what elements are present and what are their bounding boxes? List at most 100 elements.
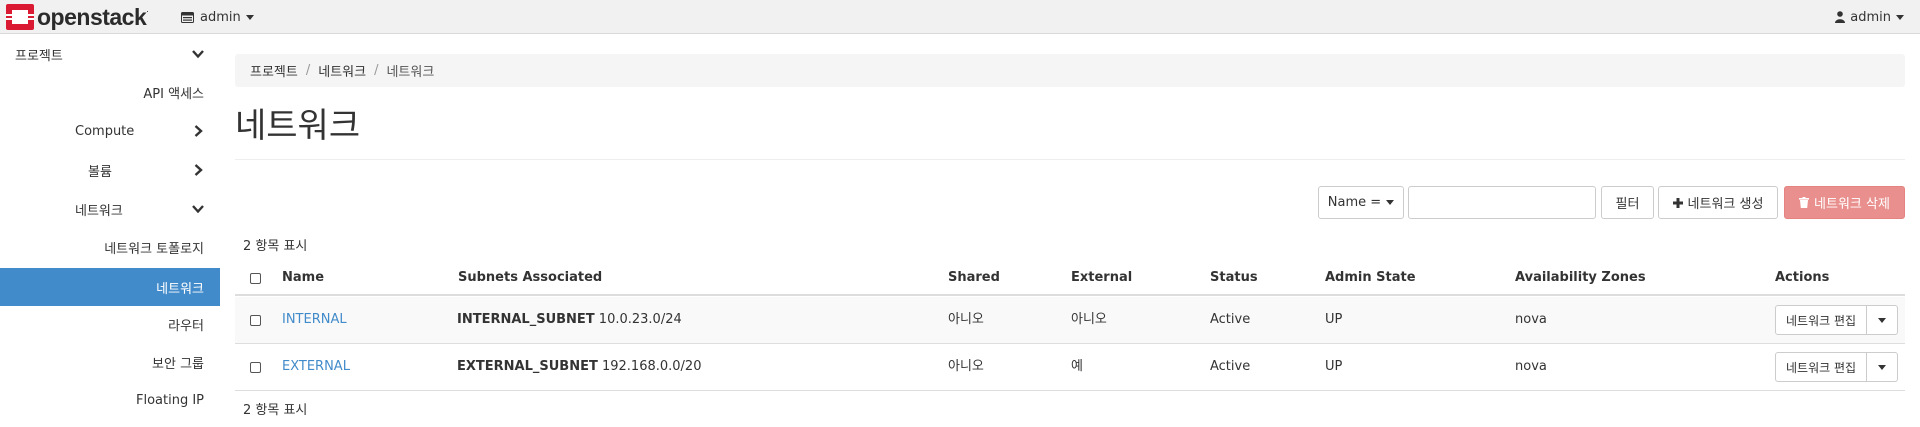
row-actions: 네트워크 편집 (1775, 305, 1899, 335)
more-actions-button[interactable] (1867, 305, 1899, 335)
availability-zones-cell: nova (1515, 359, 1547, 374)
admin-state-cell: UP (1325, 359, 1343, 374)
edit-network-button[interactable]: 네트워크 편집 (1775, 352, 1868, 382)
breadcrumb-separator: / (305, 63, 311, 78)
chevron-down-icon (192, 50, 204, 59)
column-header-actions: Actions (1775, 270, 1830, 285)
table-header: Name Subnets Associated Shared External … (235, 262, 1905, 296)
breadcrumb-item[interactable]: 네트워크 (318, 61, 366, 80)
breadcrumb-current: 네트워크 (386, 65, 435, 80)
column-header-status[interactable]: Status (1210, 262, 1258, 296)
sidebar-item-label: Compute (75, 123, 135, 139)
caret-down-icon (1878, 364, 1887, 370)
column-header-admin-state[interactable]: Admin State (1325, 262, 1416, 296)
caret-down-icon (1878, 317, 1887, 323)
project-icon (181, 11, 194, 23)
external-cell: 예 (1071, 359, 1083, 374)
page-title: 네트워크 (235, 106, 361, 146)
select-all-checkbox[interactable] (250, 273, 261, 284)
column-header-subnets[interactable]: Subnets Associated (458, 262, 602, 296)
sidebar-item-network-group[interactable]: 네트워크 (0, 190, 220, 228)
sidebar-item-volumes[interactable]: 볼륨 (0, 151, 220, 189)
sidebar-item-routers[interactable]: 라우터 (0, 305, 220, 343)
sidebar-item-project[interactable]: 프로젝트 (0, 35, 220, 73)
create-network-button[interactable]: 네트워크 생성 (1658, 186, 1778, 219)
chevron-right-icon (194, 125, 203, 137)
admin-state-cell: UP (1325, 312, 1343, 327)
row-checkbox[interactable] (250, 315, 261, 326)
user-menu[interactable]: admin (1835, 0, 1904, 34)
filter-input[interactable] (1408, 186, 1596, 219)
shared-cell: 아니오 (948, 312, 984, 327)
plus-icon (1672, 197, 1683, 208)
project-name: admin (200, 9, 241, 25)
shared-cell: 아니오 (948, 359, 984, 374)
breadcrumb-item[interactable]: 프로젝트 (250, 61, 298, 80)
brand-text: openstack. (37, 3, 149, 30)
network-name-cell: EXTERNAL (282, 344, 350, 390)
sidebar-item-label: 보안 그룹 (152, 356, 204, 372)
subnet-cidr: 192.168.0.0/20 (601, 359, 702, 374)
sidebar-item-label: API 액세스 (143, 86, 204, 102)
column-header-external[interactable]: External (1071, 262, 1132, 296)
sidebar-item-security-groups[interactable]: 보안 그룹 (0, 343, 220, 381)
network-name-link[interactable]: INTERNAL (282, 312, 347, 327)
delete-networks-button[interactable]: 네트워크 삭제 (1784, 186, 1905, 219)
network-name-link[interactable]: EXTERNAL (282, 359, 350, 374)
sidebar-item-label: 네트워크 토폴로지 (104, 241, 204, 257)
delete-networks-label: 네트워크 삭제 (1814, 197, 1890, 212)
subnet-cidr: 10.0.23.0/24 (598, 312, 682, 327)
user-name: admin (1850, 9, 1891, 25)
availability-zones-cell: nova (1515, 312, 1547, 327)
column-header-name[interactable]: Name (282, 262, 324, 296)
sidebar-item-network-topology[interactable]: 네트워크 토폴로지 (0, 228, 220, 266)
breadcrumb-separator: / (374, 63, 379, 78)
status-cell: Active (1210, 359, 1251, 374)
filter-button[interactable]: 필터 (1601, 186, 1654, 219)
subnet-name[interactable]: INTERNAL_SUBNET (457, 312, 595, 327)
status-cell: Active (1210, 312, 1251, 327)
item-count-top: 2 항목 표시 (243, 239, 308, 254)
item-count-bottom: 2 항목 표시 (243, 403, 308, 418)
sidebar-item-label: 라우터 (168, 318, 204, 334)
external-cell: 아니오 (1071, 312, 1107, 327)
create-network-label: 네트워크 생성 (1687, 197, 1764, 212)
user-icon (1835, 11, 1846, 23)
chevron-down-icon (192, 205, 204, 214)
subnets-cell: INTERNAL_SUBNET 10.0.23.0/24 (457, 297, 682, 343)
filter-field-select[interactable]: Name = (1318, 186, 1404, 219)
sidebar-item-label: Floating IP (135, 392, 204, 408)
column-header-shared[interactable]: Shared (948, 262, 1000, 296)
row-checkbox[interactable] (250, 362, 261, 373)
title-divider (235, 159, 1905, 160)
openstack-logo-icon (6, 4, 34, 30)
sidebar-item-networks[interactable]: 네트워크 (0, 268, 220, 306)
top-navbar: openstack. admin admin (0, 0, 1920, 34)
sidebar-item-label: 네트워크 (75, 203, 123, 219)
column-header-availability-zones[interactable]: Availability Zones (1515, 262, 1646, 296)
table-row: INTERNAL INTERNAL_SUBNET 10.0.23.0/24 아니… (235, 297, 1905, 344)
sidebar-item-label: 네트워크 (156, 281, 204, 297)
filter-button-label: 필터 (1615, 197, 1640, 212)
sidebar-item-compute[interactable]: Compute (0, 112, 220, 150)
network-name-cell: INTERNAL (282, 297, 347, 343)
chevron-right-icon (194, 164, 203, 176)
filter-field-label: Name = (1327, 195, 1382, 210)
row-actions: 네트워크 편집 (1775, 352, 1899, 382)
caret-down-icon (245, 14, 254, 20)
sidebar-item-label: 프로젝트 (15, 48, 63, 64)
edit-network-button[interactable]: 네트워크 편집 (1775, 305, 1868, 335)
table-row: EXTERNAL EXTERNAL_SUBNET 192.168.0.0/20 … (235, 344, 1905, 391)
caret-down-icon (1896, 14, 1904, 20)
subnets-cell: EXTERNAL_SUBNET 192.168.0.0/20 (457, 344, 701, 390)
brand[interactable]: openstack. (6, 3, 149, 30)
trash-icon (1799, 197, 1810, 208)
project-switcher[interactable]: admin (181, 0, 254, 34)
sidebar-item-api-access[interactable]: API 액세스 (0, 73, 220, 111)
breadcrumb: 프로젝트 / 네트워크 / 네트워크 (235, 54, 1905, 87)
caret-down-icon (1386, 200, 1395, 205)
subnet-name[interactable]: EXTERNAL_SUBNET (457, 359, 598, 374)
more-actions-button[interactable] (1867, 352, 1899, 382)
sidebar-item-floating-ips[interactable]: Floating IP (0, 381, 220, 419)
sidebar-item-label: 볼륨 (88, 164, 112, 180)
